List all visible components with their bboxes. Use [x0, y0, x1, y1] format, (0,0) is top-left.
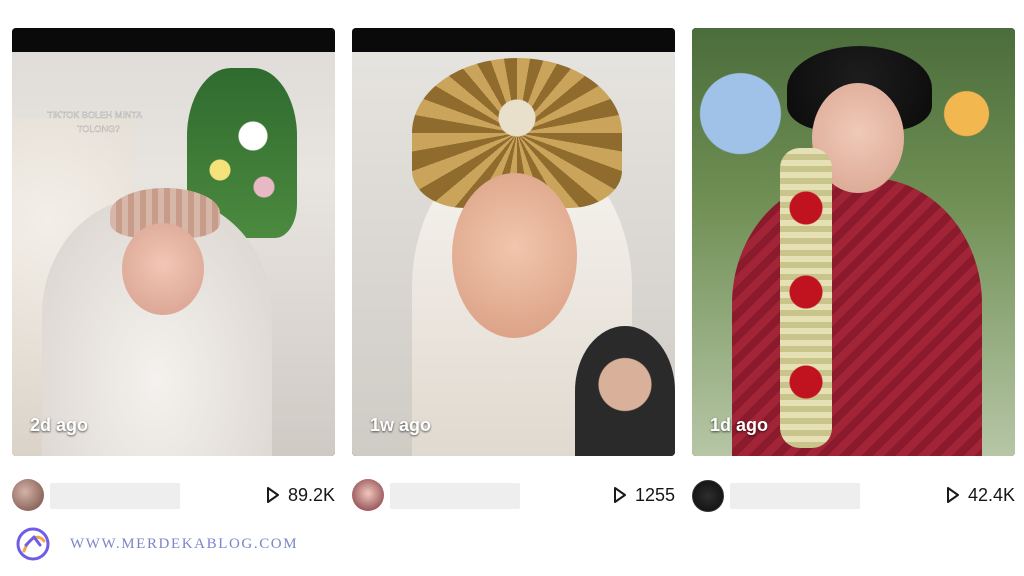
face-shape — [452, 173, 577, 338]
video-age-label: 2d ago — [30, 415, 89, 435]
thumbnail-top-bar — [12, 28, 335, 52]
video-thumbnail[interactable]: TIKTOK BOLEH MINTA TOLONG? — [12, 28, 335, 456]
play-count: 89.2K — [266, 482, 335, 508]
inset-face-shape — [575, 326, 675, 456]
play-icon — [946, 487, 960, 503]
play-icon — [266, 487, 280, 503]
brand-watermark: WWW.MERDEKABLOG.COM — [14, 525, 298, 563]
avatar[interactable] — [692, 480, 724, 512]
username-placeholder — [50, 483, 180, 509]
video-age-label: 1d ago — [710, 415, 769, 435]
play-count: 1255 — [613, 482, 675, 508]
video-card-2[interactable]: 1w ago — [352, 28, 675, 456]
svg-text:TOLONG?: TOLONG? — [77, 124, 120, 134]
face-shape — [122, 223, 204, 315]
play-count-value: 1255 — [634, 484, 675, 505]
play-count-value: 42.4K — [967, 484, 1015, 505]
video-age-label: 1w ago — [370, 415, 432, 435]
avatar[interactable] — [12, 479, 44, 511]
video-grid: TIKTOK BOLEH MINTA TOLONG? 2d ago 1w ago… — [12, 28, 1016, 458]
play-icon — [613, 487, 627, 503]
video-card-3[interactable]: 1d ago — [692, 28, 1015, 456]
video-card-1[interactable]: TIKTOK BOLEH MINTA TOLONG? 2d ago — [12, 28, 335, 456]
username-placeholder — [730, 483, 860, 509]
thumbnail-caption-art: TIKTOK BOLEH MINTA TOLONG? — [47, 110, 142, 134]
play-count: 42.4K — [946, 482, 1015, 508]
brand-logo-icon — [14, 525, 52, 563]
video-thumbnail[interactable] — [352, 28, 675, 456]
video-meta-2: 1255 — [352, 467, 675, 511]
video-meta-3: 42.4K — [692, 467, 1015, 512]
brand-url: WWW.MERDEKABLOG.COM — [70, 535, 299, 552]
username-placeholder — [390, 483, 520, 509]
dress-shape — [732, 178, 982, 456]
play-count-value: 89.2K — [287, 484, 335, 505]
avatar[interactable] — [352, 479, 384, 511]
video-meta-1: 89.2K — [12, 467, 335, 511]
garland-shape — [780, 148, 832, 448]
svg-text:TIKTOK BOLEH MINTA: TIKTOK BOLEH MINTA — [47, 110, 142, 120]
thumbnail-top-bar — [352, 28, 675, 52]
video-thumbnail[interactable] — [692, 28, 1015, 456]
